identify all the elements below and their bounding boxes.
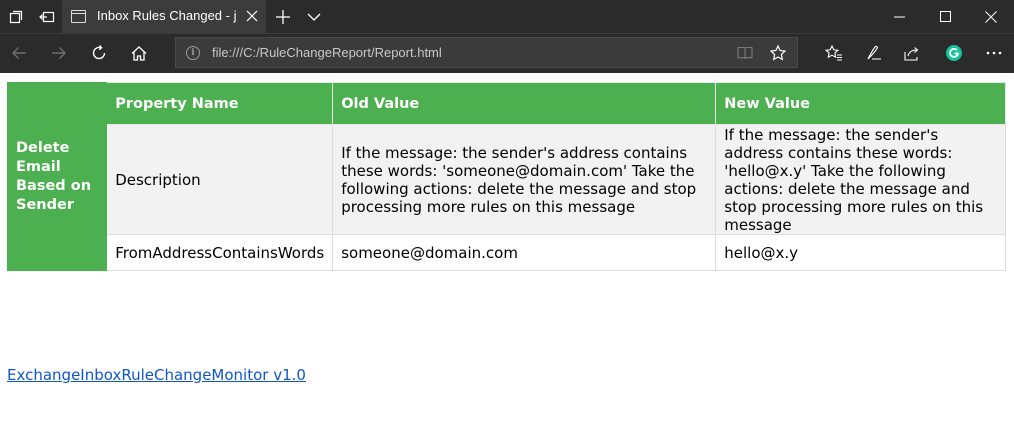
new-value-cell: hello@x.y xyxy=(715,234,1006,271)
table-row: Description If the message: the sender's… xyxy=(8,124,1006,235)
more-menu-icon[interactable] xyxy=(975,34,1013,72)
share-icon[interactable] xyxy=(893,34,931,72)
url-text[interactable]: file:///C:/RuleChangeReport/Report.html xyxy=(212,45,442,60)
tabs-aside-icon[interactable] xyxy=(31,0,63,33)
new-tab-icon[interactable] xyxy=(266,0,300,33)
header-row: Delete Email Based on Sender Property Na… xyxy=(6,82,1006,271)
address-bar[interactable]: i file:///C:/RuleChangeReport/Report.htm… xyxy=(175,37,798,68)
navigation-bar: i file:///C:/RuleChangeReport/Report.htm… xyxy=(0,33,1014,73)
maximize-button[interactable] xyxy=(922,0,968,33)
minimize-button[interactable] xyxy=(876,0,922,33)
tab-title: Inbox Rules Changed - j xyxy=(97,8,237,23)
chevron-down-icon[interactable] xyxy=(298,0,330,33)
rule-change-table: Delete Email Based on Sender Property Na… xyxy=(6,82,1006,271)
property-cell: Description xyxy=(106,124,334,235)
favorites-hub-icon[interactable] xyxy=(815,34,853,72)
pen-icon[interactable] xyxy=(855,34,893,72)
tab-manager-icon[interactable] xyxy=(0,0,32,33)
refresh-icon[interactable] xyxy=(80,34,118,72)
back-arrow-icon[interactable] xyxy=(0,34,38,72)
table-row: FromAddressContainsWords someone@domain.… xyxy=(8,234,1006,271)
new-value-cell: If the message: the sender's address con… xyxy=(715,124,1006,235)
property-cell: FromAddressContainsWords xyxy=(106,234,334,271)
old-value-cell: If the message: the sender's address con… xyxy=(332,124,717,235)
close-tab-icon[interactable] xyxy=(241,4,263,28)
site-info-icon[interactable]: i xyxy=(186,46,200,60)
active-tab[interactable]: Inbox Rules Changed - j xyxy=(62,0,266,33)
monitor-version-link[interactable]: ExchangeInboxRuleChangeMonitor v1.0 xyxy=(7,366,306,384)
favorite-star-icon[interactable] xyxy=(762,38,794,67)
forward-arrow-icon[interactable] xyxy=(40,34,78,72)
column-header-old-value: Old Value xyxy=(332,82,717,125)
home-icon[interactable] xyxy=(120,34,158,72)
column-header-new-value: New Value xyxy=(715,82,1006,125)
title-bar: Inbox Rules Changed - j xyxy=(0,0,1014,33)
column-header-property-name: Property Name xyxy=(106,82,334,125)
rule-name-cell: Delete Email Based on Sender xyxy=(6,82,108,271)
page-icon xyxy=(71,10,86,23)
reading-view-icon[interactable] xyxy=(729,38,761,67)
grammarly-extension-icon[interactable] xyxy=(935,34,973,72)
close-window-button[interactable] xyxy=(968,0,1014,33)
old-value-cell: someone@domain.com xyxy=(332,234,717,271)
